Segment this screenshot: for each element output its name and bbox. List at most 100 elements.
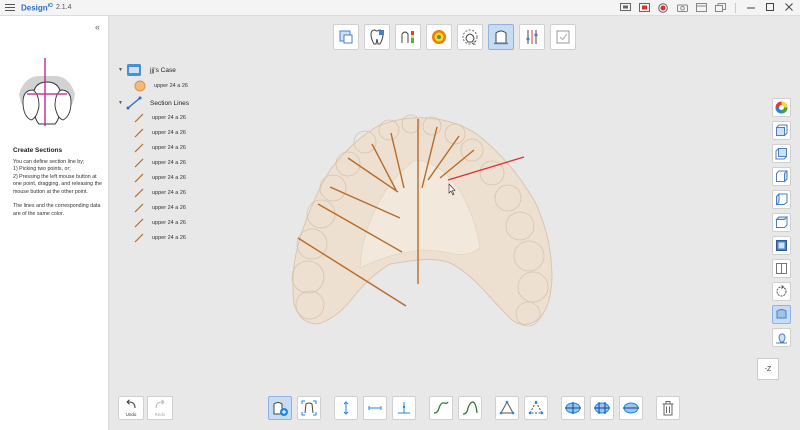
section-line-icon: [134, 188, 144, 198]
split-view-button[interactable]: [772, 259, 791, 278]
section-line-item[interactable]: upper 24 a 26: [134, 203, 186, 213]
axis-indicator[interactable]: -Z: [757, 358, 779, 380]
vertical-measure-button[interactable]: [334, 396, 358, 420]
screen-share-icon[interactable]: [618, 1, 632, 14]
rotate-axis-tool-button[interactable]: Z: [457, 24, 483, 50]
camera-icon[interactable]: [675, 1, 689, 14]
dental-model-view[interactable]: [110, 16, 800, 430]
record-icon[interactable]: [656, 1, 670, 14]
window-icon[interactable]: [694, 1, 708, 14]
points-angle-button[interactable]: [524, 396, 548, 420]
section-line-group-icon: [126, 96, 142, 110]
section-line-label: upper 24 a 26: [152, 190, 186, 196]
close-icon[interactable]: [782, 1, 796, 14]
section-title: Create Sections: [13, 147, 63, 154]
delete-button[interactable]: [656, 396, 680, 420]
section-line-item[interactable]: upper 24 a 26: [134, 218, 186, 228]
add-section-icon: [273, 402, 288, 416]
case-folder-icon: [127, 64, 141, 76]
bottom-toolbar: [268, 396, 680, 420]
color-map-tool-button[interactable]: [395, 24, 421, 50]
top-toolbar: Z: [333, 24, 576, 50]
tree-case-row[interactable]: ▼ jjj's Case: [118, 63, 176, 77]
measure-tool-button[interactable]: [519, 24, 545, 50]
section-line-item[interactable]: upper 24 a 26: [134, 173, 186, 183]
case-label: jjj's Case: [150, 66, 176, 74]
rotate-reset-icon: [776, 285, 787, 297]
heatmap-tool-button[interactable]: [426, 24, 452, 50]
trash-icon: [662, 401, 674, 416]
section-line-item[interactable]: upper 24 a 26: [134, 113, 186, 123]
redo-button[interactable]: Redo: [147, 396, 173, 420]
frame-section-icon: [301, 400, 317, 416]
collapse-panel-icon[interactable]: «: [95, 22, 100, 32]
tree-model-row[interactable]: upper 24 a 26: [134, 80, 188, 92]
section-plane-button[interactable]: [561, 396, 585, 420]
check-tool-button[interactable]: [550, 24, 576, 50]
scan-data-tool-button[interactable]: [333, 24, 359, 50]
left-view-button[interactable]: [772, 167, 791, 186]
section-line-icon: [134, 128, 144, 138]
section-split-button[interactable]: [590, 396, 614, 420]
curve-icon: [433, 401, 449, 414]
section-tool-button[interactable]: [488, 24, 514, 50]
section-illustration-icon: [19, 58, 75, 126]
screen-record-area-icon[interactable]: [637, 1, 651, 14]
color-wheel-icon: [775, 101, 788, 114]
section-line-label: upper 24 a 26: [152, 175, 186, 181]
section-line-item[interactable]: upper 24 a 26: [134, 188, 186, 198]
curve-fit-icon: [462, 401, 478, 415]
section-line-label: upper 24 a 26: [152, 160, 186, 166]
color-wheel-button[interactable]: [772, 98, 791, 117]
align-view-button[interactable]: [772, 328, 791, 347]
curve-measure-button[interactable]: [429, 396, 453, 420]
front-view-button[interactable]: [772, 121, 791, 140]
frame-section-button[interactable]: [297, 396, 321, 420]
occlusion-icon: [776, 309, 787, 319]
section-line-item[interactable]: upper 24 a 26: [134, 128, 186, 138]
section-line-icon: [134, 233, 144, 243]
tooth-tool-button[interactable]: [364, 24, 390, 50]
section-line-label: upper 24 a 26: [152, 220, 186, 226]
horizontal-measure-button[interactable]: [363, 396, 387, 420]
restore-window-icon[interactable]: [713, 1, 727, 14]
section-line-label: upper 24 a 26: [152, 130, 186, 136]
section-line-icon: [134, 143, 144, 153]
vertical-measure-icon: [343, 401, 349, 415]
right-view-button[interactable]: [772, 190, 791, 209]
bottom-view-button[interactable]: [772, 236, 791, 255]
tree-section-group-row[interactable]: ▼ Section Lines: [118, 96, 189, 110]
title-bar: DesigniO 2.1.4: [0, 0, 800, 16]
cube-left-icon: [776, 170, 788, 183]
section-line-item[interactable]: upper 24 a 26: [134, 233, 186, 243]
curve-fit-button[interactable]: [458, 396, 482, 420]
svg-text:Z: Z: [473, 41, 476, 47]
reset-view-button[interactable]: [772, 282, 791, 301]
add-section-button[interactable]: [268, 396, 292, 420]
undo-button[interactable]: Undo: [118, 396, 144, 420]
section-line-item[interactable]: upper 24 a 26: [134, 158, 186, 168]
occlusion-view-button[interactable]: [772, 305, 791, 324]
section-group-label: Section Lines: [150, 99, 190, 107]
hamburger-menu-icon[interactable]: [3, 1, 17, 15]
section-line-label: upper 24 a 26: [152, 235, 186, 241]
3d-viewport[interactable]: [110, 16, 800, 430]
section-outline-button[interactable]: [619, 396, 643, 420]
section-line-item[interactable]: upper 24 a 26: [134, 143, 186, 153]
section-description: You can define section line by; 1) Picki…: [13, 159, 102, 217]
maximize-icon[interactable]: [763, 1, 777, 14]
section-line-label: upper 24 a 26: [152, 205, 186, 211]
expand-arrow-icon[interactable]: ▼: [118, 100, 126, 106]
angle-measure-button[interactable]: [495, 396, 519, 420]
redo-icon: [154, 399, 166, 412]
undo-label: Undo: [125, 412, 137, 417]
top-view-button[interactable]: [772, 213, 791, 232]
app-name: DesigniO: [21, 2, 53, 13]
expand-arrow-icon[interactable]: ▼: [118, 67, 126, 73]
minimize-icon[interactable]: [744, 1, 758, 14]
axis-measure-button[interactable]: [392, 396, 416, 420]
back-view-button[interactable]: [772, 144, 791, 163]
cube-right-icon: [776, 193, 788, 206]
